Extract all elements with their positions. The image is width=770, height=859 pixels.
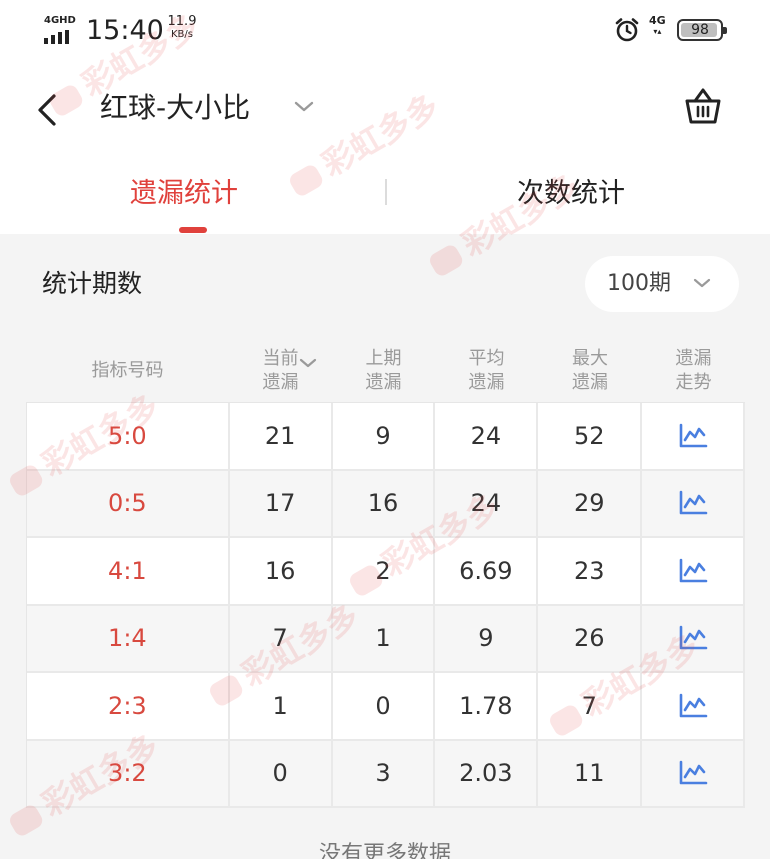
back-arrow-icon[interactable] bbox=[28, 90, 68, 130]
cell-previous: 2 bbox=[332, 538, 436, 606]
cell-trend bbox=[642, 740, 746, 808]
cell-max: 29 bbox=[538, 470, 643, 538]
header: 红球-大小比 bbox=[0, 70, 770, 146]
table-header: 指标号码 当前 遗漏 上期 遗漏 平均 遗漏 最大 遗漏 遗漏 走势 bbox=[26, 340, 744, 402]
network-speed: 11.9 KB/s bbox=[164, 15, 200, 41]
trend-chart-icon[interactable] bbox=[678, 490, 708, 516]
basket-icon[interactable] bbox=[682, 86, 724, 126]
clock: 15:40 bbox=[86, 15, 164, 46]
cell-trend bbox=[642, 403, 746, 471]
cell-max: 7 bbox=[538, 673, 643, 741]
speed-value: 11.9 bbox=[167, 14, 197, 29]
cell-current: 21 bbox=[229, 403, 333, 471]
cell-index: 0:5 bbox=[27, 470, 230, 538]
cell-index: 2:3 bbox=[27, 673, 230, 741]
period-label: 统计期数 bbox=[42, 269, 143, 298]
cell-current: 7 bbox=[229, 605, 333, 673]
column-header-average: 平均 遗漏 bbox=[468, 348, 505, 393]
cell-index: 3:2 bbox=[27, 740, 230, 808]
column-header-max: 最大 遗漏 bbox=[572, 348, 608, 393]
cell-previous: 9 bbox=[332, 403, 436, 471]
cell-index: 5:0 bbox=[27, 403, 230, 471]
sort-chevron-icon bbox=[299, 358, 317, 368]
table-row: 5:0 21 9 24 52 bbox=[27, 403, 746, 471]
trend-chart-icon[interactable] bbox=[678, 558, 708, 584]
cellular-label: 4G bbox=[649, 14, 666, 27]
chevron-down-icon[interactable] bbox=[293, 100, 315, 114]
tab-bar: 遗漏统计 次数统计 bbox=[0, 150, 770, 234]
column-header-trend: 遗漏 走势 bbox=[675, 348, 712, 393]
cell-trend bbox=[642, 470, 746, 538]
cell-average: 1.78 bbox=[435, 673, 539, 741]
column-header-previous: 上期 遗漏 bbox=[365, 348, 402, 393]
table-row: 1:4 7 1 9 26 bbox=[27, 605, 746, 673]
table-row: 3:2 0 3 2.03 11 bbox=[27, 740, 746, 808]
cell-trend bbox=[642, 673, 746, 741]
tab-active-indicator bbox=[179, 227, 207, 233]
cell-average: 24 bbox=[435, 470, 539, 538]
network-label: 4GHD bbox=[44, 15, 76, 26]
cell-average: 24 bbox=[435, 403, 539, 471]
cell-previous: 1 bbox=[332, 605, 436, 673]
cell-index: 4:1 bbox=[27, 538, 230, 606]
tab-miss-stats[interactable]: 遗漏统计 bbox=[130, 174, 238, 214]
column-header-current[interactable]: 当前 遗漏 bbox=[229, 340, 332, 402]
cell-max: 52 bbox=[538, 403, 643, 471]
stats-table: 5:0 21 9 24 52 0:5 17 16 24 29 4:1 16 2 … bbox=[26, 402, 746, 808]
tab-count-stats[interactable]: 次数统计 bbox=[517, 174, 625, 214]
cell-previous: 3 bbox=[332, 740, 436, 808]
status-bar: 4GHD 15:40 11.9 KB/s 4G ▾▴ 98 bbox=[0, 0, 770, 62]
cell-current: 17 bbox=[229, 470, 333, 538]
no-more-data-text: 没有更多数据 bbox=[318, 842, 451, 859]
table-row: 2:3 1 0 1.78 7 bbox=[27, 673, 746, 741]
cellular-indicator: 4G ▾▴ bbox=[649, 14, 666, 37]
page-title[interactable]: 红球-大小比 bbox=[100, 88, 250, 128]
speed-unit: KB/s bbox=[171, 29, 193, 40]
table-row: 0:5 17 16 24 29 bbox=[27, 470, 746, 538]
cell-average: 9 bbox=[435, 605, 539, 673]
alarm-icon bbox=[615, 18, 639, 42]
trend-chart-icon[interactable] bbox=[678, 760, 708, 786]
cell-max: 11 bbox=[538, 740, 643, 808]
cell-current: 0 bbox=[229, 740, 333, 808]
cell-max: 23 bbox=[538, 538, 643, 606]
signal-icon: 4GHD bbox=[44, 16, 76, 44]
cell-index: 1:4 bbox=[27, 605, 230, 673]
trend-chart-icon[interactable] bbox=[678, 693, 708, 719]
period-select[interactable]: 100期 bbox=[585, 256, 739, 312]
table-row: 4:1 16 2 6.69 23 bbox=[27, 538, 746, 606]
chevron-down-icon bbox=[693, 278, 711, 288]
cell-max: 26 bbox=[538, 605, 643, 673]
period-select-value: 100期 bbox=[607, 271, 671, 296]
battery-level: 98 bbox=[691, 22, 709, 38]
cell-previous: 16 bbox=[332, 470, 436, 538]
cell-trend bbox=[642, 538, 746, 606]
cell-current: 16 bbox=[229, 538, 333, 606]
tab-divider bbox=[385, 179, 387, 205]
cell-current: 1 bbox=[229, 673, 333, 741]
trend-chart-icon[interactable] bbox=[678, 625, 708, 651]
content-area: 统计期数 100期 指标号码 当前 遗漏 上期 遗漏 平均 遗漏 最大 遗漏 遗漏 走势 bbox=[0, 234, 770, 859]
cell-previous: 0 bbox=[332, 673, 436, 741]
cell-trend bbox=[642, 605, 746, 673]
trend-chart-icon[interactable] bbox=[678, 423, 708, 449]
cell-average: 2.03 bbox=[435, 740, 539, 808]
column-header-index: 指标号码 bbox=[91, 360, 164, 381]
battery-icon: 98 bbox=[677, 19, 727, 41]
cell-average: 6.69 bbox=[435, 538, 539, 606]
